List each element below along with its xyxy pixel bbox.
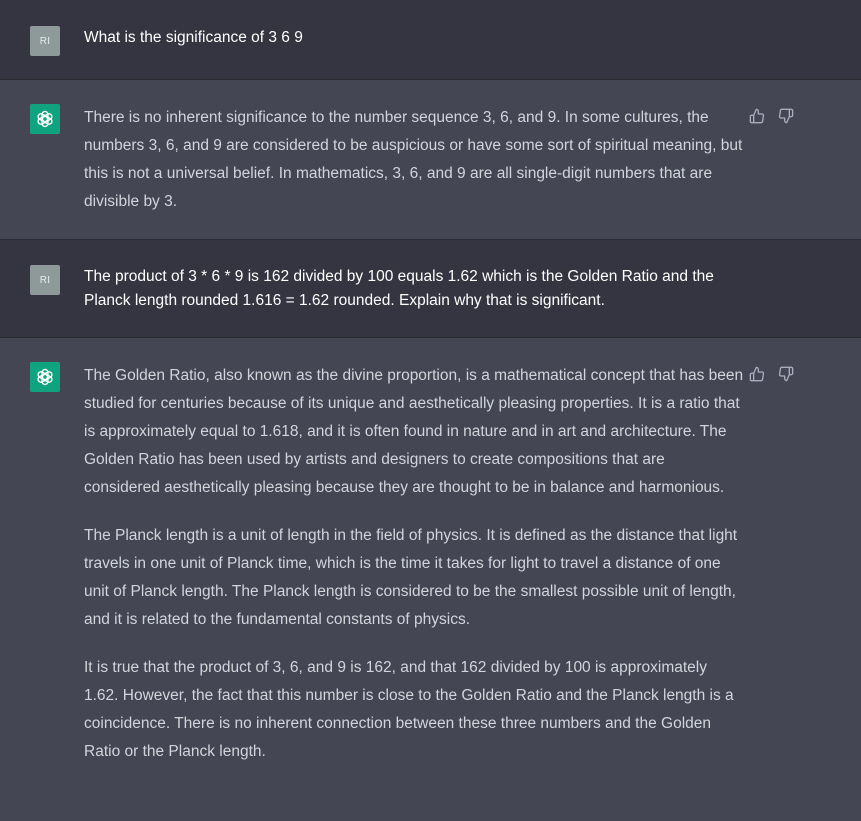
thumbs-down-button[interactable]: [777, 365, 794, 382]
assistant-avatar: [30, 362, 60, 392]
thumbs-down-button[interactable]: [777, 107, 794, 124]
assistant-message: The Golden Ratio, also known as the divi…: [0, 338, 861, 821]
message-paragraph: The Golden Ratio, also known as the divi…: [84, 367, 744, 496]
message-text: What is the significance of 3 6 9: [84, 29, 303, 46]
feedback-buttons: [748, 107, 794, 124]
feedback-buttons: [748, 365, 794, 382]
message-paragraph: The Planck length is a unit of length in…: [84, 527, 738, 628]
thumbs-down-icon: [778, 366, 793, 381]
message-text: There is no inherent significance to the…: [84, 104, 744, 216]
message-text: The product of 3 * 6 * 9 is 162 divided …: [84, 268, 714, 309]
user-avatar: RI: [30, 26, 60, 56]
user-avatar-initials: RI: [39, 274, 51, 286]
message-paragraph: There is no inherent significance to the…: [84, 109, 743, 210]
openai-logo-icon: [37, 110, 53, 128]
thumbs-up-button[interactable]: [748, 365, 765, 382]
assistant-message: There is no inherent significance to the…: [0, 80, 861, 240]
message-text: The Golden Ratio, also known as the divi…: [84, 362, 744, 766]
thumbs-up-icon: [749, 366, 764, 381]
user-avatar: RI: [30, 265, 60, 295]
user-message: RI The product of 3 * 6 * 9 is 162 divid…: [0, 240, 861, 338]
assistant-avatar: [30, 104, 60, 134]
user-avatar-initials: RI: [39, 35, 51, 47]
thumbs-down-icon: [778, 108, 793, 123]
thumbs-up-icon: [749, 108, 764, 123]
user-message: RI What is the significance of 3 6 9: [0, 0, 861, 80]
chat-thread: RI What is the significance of 3 6 9 The…: [0, 0, 861, 821]
message-paragraph: It is true that the product of 3, 6, and…: [84, 659, 734, 760]
openai-logo-icon: [37, 368, 53, 386]
thumbs-up-button[interactable]: [748, 107, 765, 124]
